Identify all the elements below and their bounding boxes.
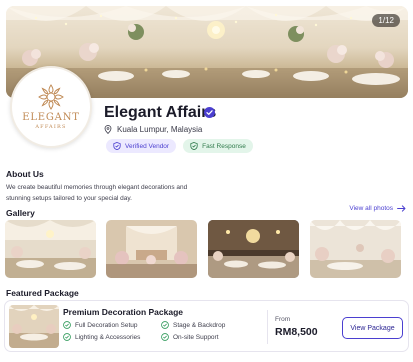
package-price: RM8,500 xyxy=(275,326,318,338)
logo-subtitle: AFFAIRS xyxy=(35,124,67,130)
about-line-2: stunning setups tailored to your special… xyxy=(6,195,132,202)
gallery-image xyxy=(106,220,197,278)
badge-label: Fast Response xyxy=(202,142,246,150)
feature-label: On-site Support xyxy=(173,333,219,341)
gallery-photo[interactable] xyxy=(5,220,96,278)
verified-check-icon xyxy=(204,107,215,118)
verified-vendor-badge: Verified Vendor xyxy=(106,139,177,153)
fast-response-badge: Fast Response xyxy=(183,139,253,153)
vendor-location: Kuala Lumpur, Malaysia xyxy=(104,125,202,134)
about-text: We create beautiful memories through ele… xyxy=(6,182,206,204)
package-image xyxy=(9,305,59,348)
check-circle-icon xyxy=(161,333,169,341)
feature-label: Lighting & Accessories xyxy=(75,333,141,341)
gallery-image xyxy=(5,220,96,278)
package-feature: On-site Support xyxy=(161,333,219,341)
vendor-badges: Verified Vendor Fast Response xyxy=(106,139,253,153)
shield-check-icon xyxy=(113,142,121,150)
vendor-logo: ELEGANT AFFAIRS xyxy=(10,66,92,148)
package-title: Premium Decoration Package xyxy=(63,307,183,317)
divider xyxy=(267,310,268,344)
check-circle-icon xyxy=(63,321,71,329)
ornament-icon xyxy=(38,84,64,110)
photo-counter: 1/12 xyxy=(372,14,400,27)
view-all-label: View all photos xyxy=(349,205,393,212)
package-card[interactable]: Premium Decoration Package Full Decorati… xyxy=(4,300,409,352)
map-pin-icon xyxy=(104,125,112,134)
featured-heading: Featured Package xyxy=(6,288,79,298)
arrow-right-icon xyxy=(397,205,406,212)
gallery-photo[interactable] xyxy=(310,220,401,278)
package-feature: Full Decoration Setup xyxy=(63,321,138,329)
vendor-name: Elegant Affairs xyxy=(104,104,217,121)
gallery-image xyxy=(208,220,299,278)
price-label: From xyxy=(275,316,291,323)
feature-label: Full Decoration Setup xyxy=(75,321,138,329)
lightning-icon xyxy=(190,142,198,150)
about-line-1: We create beautiful memories through ele… xyxy=(6,184,188,191)
package-feature: Stage & Backdrop xyxy=(161,321,225,329)
gallery-photo[interactable] xyxy=(208,220,299,278)
feature-label: Stage & Backdrop xyxy=(173,321,226,329)
gallery-heading: Gallery xyxy=(6,208,35,218)
badge-label: Verified Vendor xyxy=(125,142,170,150)
gallery-image xyxy=(310,220,401,278)
check-circle-icon xyxy=(63,333,71,341)
about-heading: About Us xyxy=(6,169,44,179)
logo-wordmark: ELEGANT xyxy=(22,112,80,123)
gallery-photo[interactable] xyxy=(106,220,197,278)
view-package-button[interactable]: View Package xyxy=(342,317,403,339)
package-feature: Lighting & Accessories xyxy=(63,333,140,341)
package-photo xyxy=(9,305,59,348)
check-circle-icon xyxy=(161,321,169,329)
view-all-photos-link[interactable]: View all photos xyxy=(349,205,406,212)
location-text: Kuala Lumpur, Malaysia xyxy=(117,125,203,134)
